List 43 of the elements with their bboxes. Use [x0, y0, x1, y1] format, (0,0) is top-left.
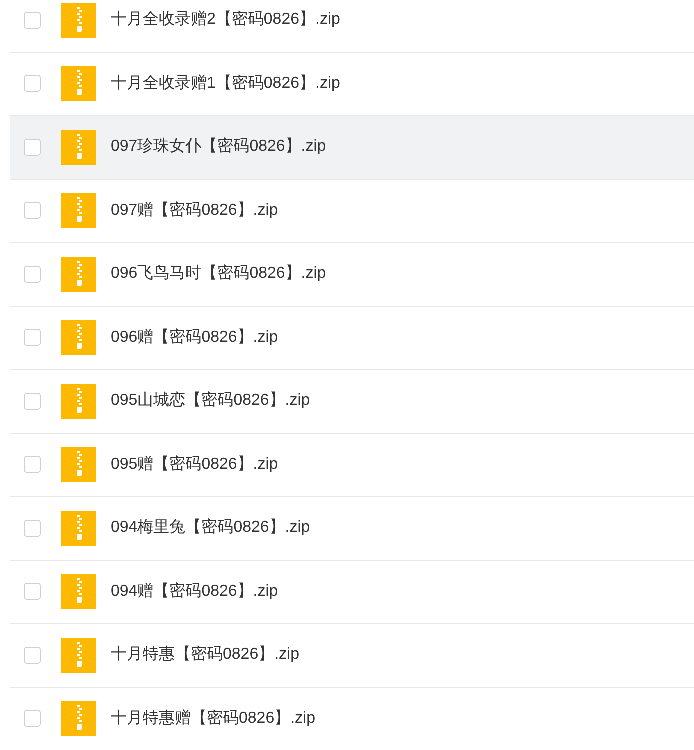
checkbox[interactable]: [24, 329, 41, 346]
checkbox[interactable]: [24, 266, 41, 283]
zip-file-icon: [61, 193, 96, 228]
zip-file-icon: [61, 384, 96, 419]
zip-file-icon: [61, 2, 96, 38]
checkbox[interactable]: [24, 12, 41, 29]
file-name[interactable]: 094赠【密码0826】.zip: [111, 580, 278, 604]
checkbox[interactable]: [24, 710, 41, 728]
file-name[interactable]: 十月全收录赠1【密码0826】.zip: [111, 72, 340, 96]
file-name[interactable]: 十月特惠赠【密码0826】.zip: [111, 706, 316, 731]
checkbox[interactable]: [24, 583, 41, 600]
checkbox[interactable]: [24, 392, 41, 410]
file-row[interactable]: 十月全收录赠2【密码0826】.zip: [10, 0, 694, 52]
file-name[interactable]: 097赠【密码0826】.zip: [111, 198, 278, 223]
file-name[interactable]: 095山城恋【密码0826】.zip: [111, 389, 310, 414]
file-name[interactable]: 097珍珠女仆【密码0826】.zip: [111, 135, 326, 160]
checkbox[interactable]: [24, 138, 41, 156]
file-row[interactable]: 097珍珠女仆【密码0826】.zip: [10, 116, 694, 180]
file-row[interactable]: 十月全收录赠1【密码0826】.zip: [10, 52, 694, 116]
file-name[interactable]: 094梅里兔【密码0826】.zip: [111, 516, 310, 540]
zip-file-icon: [61, 510, 96, 546]
zip-file-icon: [61, 320, 96, 356]
zip-file-icon: [61, 701, 96, 736]
checkbox[interactable]: [24, 75, 41, 92]
file-row[interactable]: 097赠【密码0826】.zip: [10, 180, 694, 243]
zip-file-icon: [61, 130, 96, 165]
checkbox[interactable]: [24, 520, 41, 537]
checkbox[interactable]: [24, 646, 41, 664]
zip-file-icon: [61, 256, 96, 292]
checkbox[interactable]: [24, 456, 41, 474]
zip-file-icon: [61, 638, 96, 673]
zip-file-icon: [61, 447, 96, 482]
file-name[interactable]: 十月特惠【密码0826】.zip: [111, 643, 300, 668]
zip-file-icon: [61, 66, 96, 102]
file-row[interactable]: 096赠【密码0826】.zip: [10, 306, 694, 370]
file-row[interactable]: 095赠【密码0826】.zip: [10, 434, 694, 497]
file-name[interactable]: 096飞鸟马时【密码0826】.zip: [111, 262, 326, 286]
file-name[interactable]: 095赠【密码0826】.zip: [111, 452, 278, 477]
file-name[interactable]: 096赠【密码0826】.zip: [111, 326, 278, 350]
checkbox[interactable]: [24, 202, 41, 220]
file-row[interactable]: 094赠【密码0826】.zip: [10, 560, 694, 624]
zip-file-icon: [61, 574, 96, 610]
file-name[interactable]: 十月全收录赠2【密码0826】.zip: [111, 8, 340, 32]
